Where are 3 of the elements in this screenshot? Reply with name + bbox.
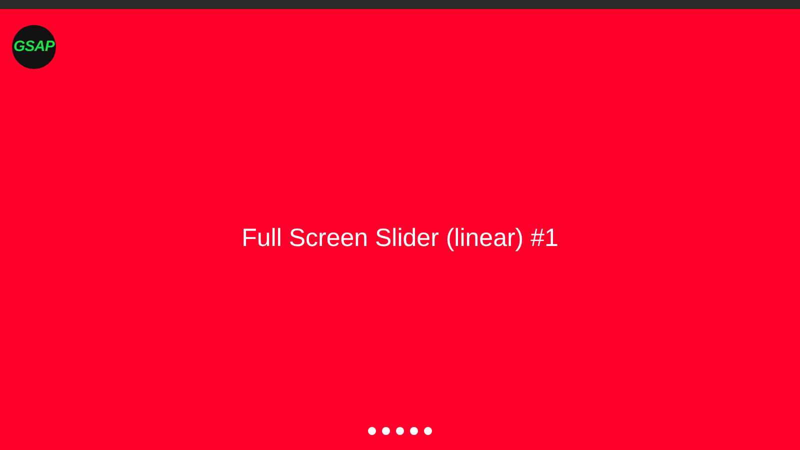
pagination-dots-icon[interactable] <box>368 427 432 435</box>
slide-title: Full Screen Slider (linear) #1 <box>242 223 558 254</box>
logo[interactable]: GSAP <box>12 25 56 69</box>
